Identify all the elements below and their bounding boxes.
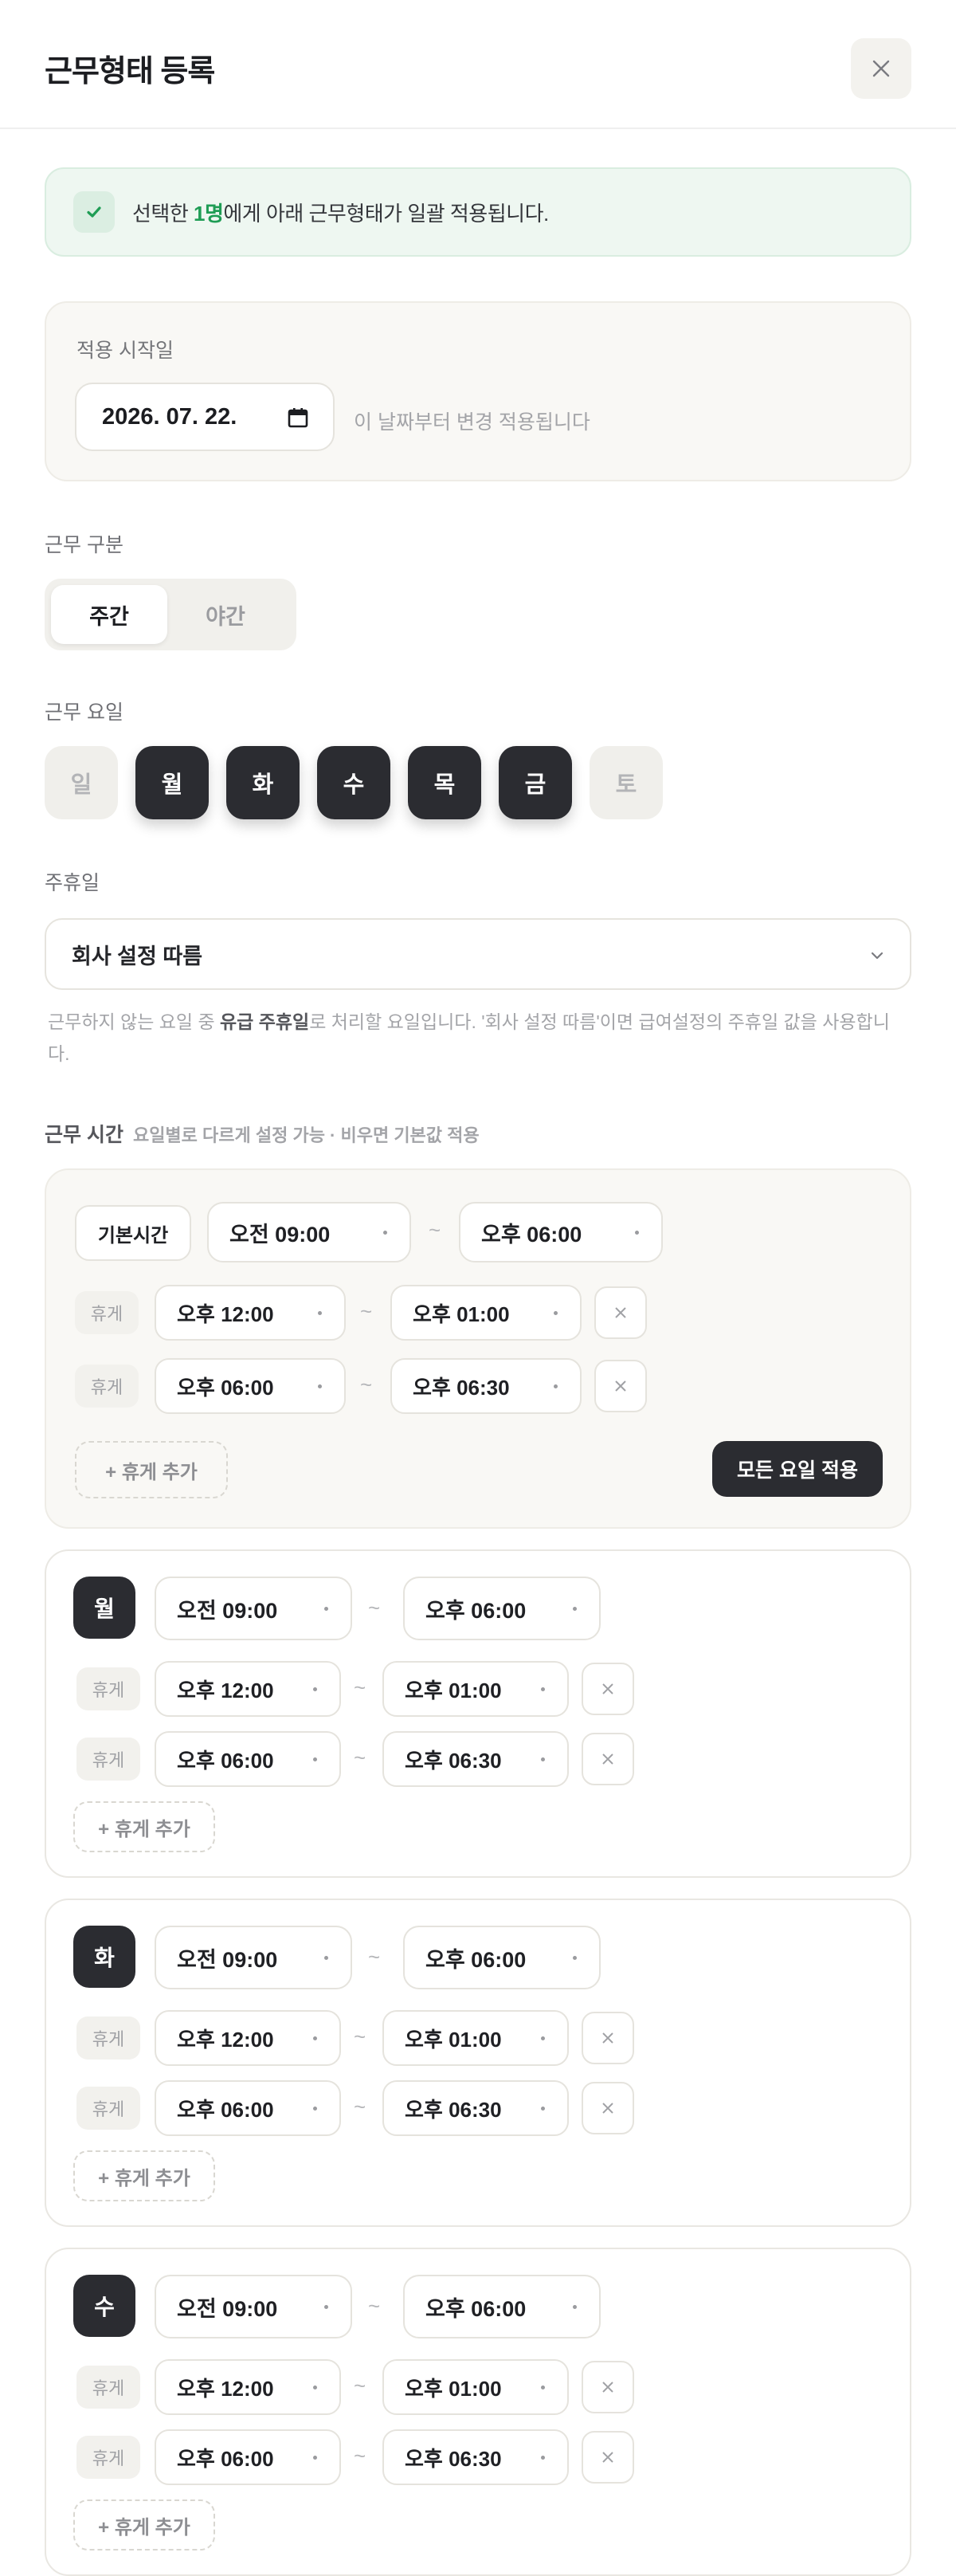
tue-end-time-select[interactable]: 오후 06:00 <box>403 1926 601 1989</box>
mon-break1-start-select[interactable]: 오후 12:00 <box>155 1661 341 1717</box>
break-tag: 휴게 <box>76 2436 140 2479</box>
work-days-label: 근무 요일 <box>45 701 123 724</box>
close-icon <box>602 1683 613 1694</box>
apply-notice: 선택한 1명에게 아래 근무형태가 일괄 적용됩니다. <box>45 167 911 257</box>
break-tag: 휴게 <box>75 1291 139 1334</box>
tue-break2-start-select[interactable]: 오후 06:00 <box>155 2080 341 2136</box>
modal-header: 근무형태 등록 <box>0 0 956 129</box>
wed-break2-start-select[interactable]: 오후 06:00 <box>155 2429 341 2485</box>
add-break-button[interactable]: + 휴게 추가 <box>73 2150 215 2201</box>
start-date-input[interactable]: 2026. 07. 22. <box>75 383 335 451</box>
close-icon <box>602 2032 613 2044</box>
wed-break2-end-select[interactable]: 오후 06:30 <box>382 2429 569 2485</box>
default-break2-start-select[interactable]: 오후 06:00 <box>155 1358 346 1414</box>
calendar-icon[interactable] <box>287 406 309 429</box>
default-time-card: 기본시간 오전 09:00 ~ 오후 06:00 휴게 오후 12:00 ~ 오… <box>45 1168 911 1529</box>
close-icon <box>615 1380 626 1392</box>
remove-break-button[interactable] <box>594 1360 647 1412</box>
default-break2-end-select[interactable]: 오후 06:30 <box>390 1358 582 1414</box>
check-icon <box>73 191 115 233</box>
tue-start-time-select[interactable]: 오전 09:00 <box>155 1926 352 1989</box>
wed-break1-end-select[interactable]: 오후 01:00 <box>382 2359 569 2415</box>
mon-break1-end-select[interactable]: 오후 01:00 <box>382 1661 569 1717</box>
remove-break-button[interactable] <box>582 2431 634 2484</box>
selected-count: 1명 <box>193 201 224 226</box>
work-time-sublabel: 요일별로 다르게 설정 가능 · 비우면 기본값 적용 <box>132 1125 480 1145</box>
default-time-tag: 기본시간 <box>75 1205 191 1261</box>
remove-break-button[interactable] <box>582 2082 634 2134</box>
work-type-night-option[interactable]: 야간 <box>167 585 284 644</box>
holiday-help-text: 근무하지 않는 요일 중 유급 주휴일로 처리할 요일입니다. '회사 설정 따… <box>48 1011 890 1064</box>
holiday-select[interactable]: 회사 설정 따름 <box>45 918 911 990</box>
break-tag: 휴게 <box>76 2087 140 2130</box>
close-button[interactable] <box>851 38 911 99</box>
break-tag: 휴게 <box>76 2366 140 2409</box>
day-time-card-tue: 화 오전 09:00 ~ 오후 06:00 휴게 오후 12:00 ~ 오후 0… <box>45 1899 911 2227</box>
remove-break-button[interactable] <box>582 1663 634 1715</box>
tue-break1-start-select[interactable]: 오후 12:00 <box>155 2010 341 2066</box>
day-toggle-thu[interactable]: 목 <box>408 746 481 819</box>
close-icon <box>872 60 890 77</box>
default-break1-end-select[interactable]: 오후 01:00 <box>390 1285 582 1341</box>
add-break-button[interactable]: + 휴게 추가 <box>75 1441 228 1498</box>
remove-break-button[interactable] <box>582 1733 634 1785</box>
tue-break2-end-select[interactable]: 오후 06:30 <box>382 2080 569 2136</box>
tue-break1-end-select[interactable]: 오후 01:00 <box>382 2010 569 2066</box>
mon-break2-end-select[interactable]: 오후 06:30 <box>382 1731 569 1787</box>
remove-break-button[interactable] <box>582 2012 634 2064</box>
day-toggle-sun[interactable]: 일 <box>45 746 118 819</box>
close-icon <box>602 2382 613 2393</box>
work-type-day-option[interactable]: 주간 <box>51 585 167 644</box>
break-tag: 휴게 <box>76 2016 140 2060</box>
add-break-button[interactable]: + 휴게 추가 <box>73 2499 215 2550</box>
break-tag: 휴게 <box>76 1667 140 1710</box>
start-date-label: 적용 시작일 <box>76 340 174 362</box>
day-toggle-sat[interactable]: 토 <box>590 746 663 819</box>
close-icon <box>602 1753 613 1765</box>
work-type-label: 근무 구분 <box>45 534 123 556</box>
apply-all-days-button[interactable]: 모든 요일 적용 <box>712 1441 883 1497</box>
break-tag: 휴게 <box>76 1738 140 1781</box>
day-time-card-wed: 수 오전 09:00 ~ 오후 06:00 휴게 오후 12:00 ~ 오후 0… <box>45 2248 911 2576</box>
day-badge: 화 <box>73 1926 135 1988</box>
mon-break2-start-select[interactable]: 오후 06:00 <box>155 1731 341 1787</box>
work-days-picker: 일 월 화 수 목 금 토 <box>45 746 663 819</box>
wed-end-time-select[interactable]: 오후 06:00 <box>403 2275 601 2338</box>
wed-break1-start-select[interactable]: 오후 12:00 <box>155 2359 341 2415</box>
close-icon <box>602 2103 613 2114</box>
break-tag: 휴게 <box>75 1365 139 1408</box>
add-break-button[interactable]: + 휴게 추가 <box>73 1801 215 1852</box>
mon-start-time-select[interactable]: 오전 09:00 <box>155 1577 352 1640</box>
default-end-time-select[interactable]: 오후 06:00 <box>459 1202 663 1262</box>
page-title: 근무형태 등록 <box>45 55 215 88</box>
day-time-card-mon: 월 오전 09:00 ~ 오후 06:00 휴게 오후 12:00 ~ 오후 0… <box>45 1549 911 1878</box>
day-toggle-wed[interactable]: 수 <box>317 746 390 819</box>
wed-start-time-select[interactable]: 오전 09:00 <box>155 2275 352 2338</box>
day-badge: 수 <box>73 2275 135 2337</box>
day-toggle-mon[interactable]: 월 <box>135 746 209 819</box>
holiday-label: 주휴일 <box>45 872 100 894</box>
default-start-time-select[interactable]: 오전 09:00 <box>207 1202 411 1262</box>
start-date-card: 적용 시작일 2026. 07. 22. 이 날짜부터 변경 적용됩니다 <box>45 301 911 481</box>
remove-break-button[interactable] <box>582 2361 634 2413</box>
day-badge: 월 <box>73 1577 135 1639</box>
work-type-toggle: 주간 야간 <box>45 579 296 650</box>
mon-end-time-select[interactable]: 오후 06:00 <box>403 1577 601 1640</box>
chevron-down-icon <box>871 952 884 960</box>
default-break1-start-select[interactable]: 오후 12:00 <box>155 1285 346 1341</box>
close-icon <box>615 1307 626 1318</box>
notice-text: 선택한 1명에게 아래 근무형태가 일괄 적용됩니다. <box>132 201 549 226</box>
remove-break-button[interactable] <box>594 1286 647 1339</box>
day-toggle-fri[interactable]: 금 <box>499 746 572 819</box>
day-toggle-tue[interactable]: 화 <box>226 746 300 819</box>
work-time-label: 근무 시간 요일별로 다르게 설정 가능 · 비우면 기본값 적용 <box>45 1124 480 1146</box>
close-icon <box>602 2452 613 2463</box>
start-date-hint: 이 날짜부터 변경 적용됩니다 <box>354 411 590 434</box>
